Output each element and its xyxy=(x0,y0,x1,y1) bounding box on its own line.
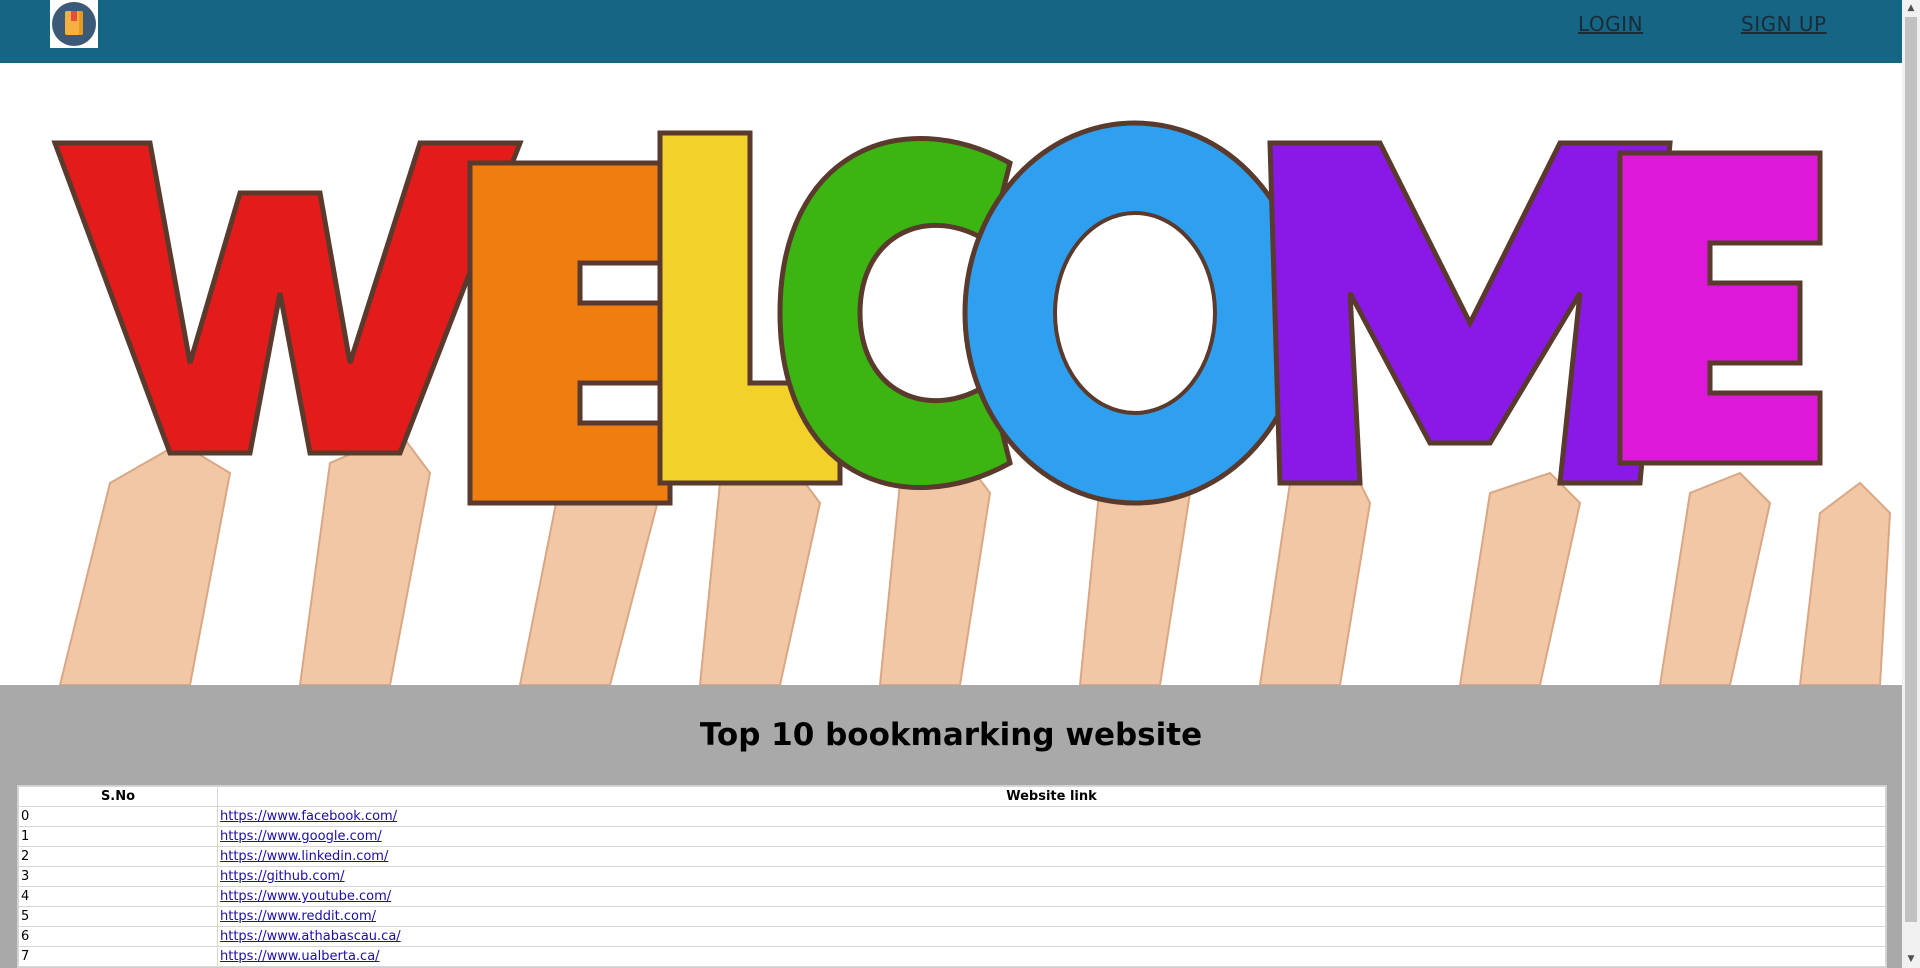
welcome-banner-image xyxy=(0,63,1902,685)
login-link[interactable]: LOGIN xyxy=(1578,12,1643,36)
bookmark-section: Top 10 bookmarking website S.No Website … xyxy=(0,685,1902,968)
row-link-cell: https://www.reddit.com/ xyxy=(217,906,1886,927)
table-row: 4 https://www.youtube.com/ xyxy=(18,886,1886,907)
page-scrollbar[interactable]: ▲ ▼ xyxy=(1902,0,1920,968)
header-website-link: Website link xyxy=(217,786,1886,807)
row-sno: 5 xyxy=(18,906,218,927)
row-link-cell: https://www.google.com/ xyxy=(217,826,1886,847)
row-link-cell: https://github.com/ xyxy=(217,866,1886,887)
table-row: 1 https://www.google.com/ xyxy=(18,826,1886,847)
row-sno: 3 xyxy=(18,866,218,887)
website-link[interactable]: https://www.youtube.com/ xyxy=(220,889,391,904)
table-header-row: S.No Website link xyxy=(18,786,1886,807)
table-row: 0 https://www.facebook.com/ xyxy=(18,806,1886,827)
row-sno: 2 xyxy=(18,846,218,867)
logo-bookmark-ribbon xyxy=(71,11,77,21)
bookmark-book-icon[interactable] xyxy=(50,0,98,48)
scroll-thumb[interactable] xyxy=(1905,17,1917,922)
header-sno: S.No xyxy=(18,786,218,807)
website-link[interactable]: https://www.linkedin.com/ xyxy=(220,849,388,864)
website-link[interactable]: https://www.facebook.com/ xyxy=(220,809,397,824)
scroll-up-arrow-icon[interactable]: ▲ xyxy=(1902,0,1920,17)
row-sno: 1 xyxy=(18,826,218,847)
letter-e xyxy=(467,160,673,506)
row-sno: 6 xyxy=(18,926,218,947)
signup-link[interactable]: SIGN UP xyxy=(1741,12,1827,36)
table-row: 5 https://www.reddit.com/ xyxy=(18,906,1886,927)
row-sno: 7 xyxy=(18,946,218,967)
row-link-cell: https://www.ualberta.ca/ xyxy=(217,946,1886,967)
links-table: S.No Website link 0 https://www.facebook.… xyxy=(18,786,1886,967)
letter-m xyxy=(1267,140,1673,486)
row-link-cell: https://www.linkedin.com/ xyxy=(217,846,1886,867)
table-row: 3 https://github.com/ xyxy=(18,866,1886,887)
row-sno: 0 xyxy=(18,806,218,827)
row-link-cell: https://www.facebook.com/ xyxy=(217,806,1886,827)
row-sno: 4 xyxy=(18,886,218,907)
table-row: 2 https://www.linkedin.com/ xyxy=(18,846,1886,867)
website-link[interactable]: https://github.com/ xyxy=(220,869,345,884)
letter-e2 xyxy=(1617,150,1823,466)
website-link[interactable]: https://www.ualberta.ca/ xyxy=(220,949,380,964)
welcome-banner-art xyxy=(51,120,1892,685)
website-link[interactable]: https://www.reddit.com/ xyxy=(220,909,376,924)
table-row: 7 https://www.ualberta.ca/ xyxy=(18,946,1886,967)
letter-w xyxy=(51,140,524,456)
table-row: 6 https://www.athabascau.ca/ xyxy=(18,926,1886,947)
bookmark-table: S.No Website link 0 https://www.facebook.… xyxy=(17,785,1887,968)
section-title: Top 10 bookmarking website xyxy=(699,717,1203,753)
top-nav-bar: LOGIN SIGN UP xyxy=(0,0,1902,63)
row-link-cell: https://www.athabascau.ca/ xyxy=(217,926,1886,947)
website-link[interactable]: https://www.google.com/ xyxy=(220,829,382,844)
scroll-down-arrow-icon[interactable]: ▼ xyxy=(1902,951,1920,968)
row-link-cell: https://www.youtube.com/ xyxy=(217,886,1886,907)
website-link[interactable]: https://www.athabascau.ca/ xyxy=(220,929,401,944)
letter-o xyxy=(962,120,1308,506)
